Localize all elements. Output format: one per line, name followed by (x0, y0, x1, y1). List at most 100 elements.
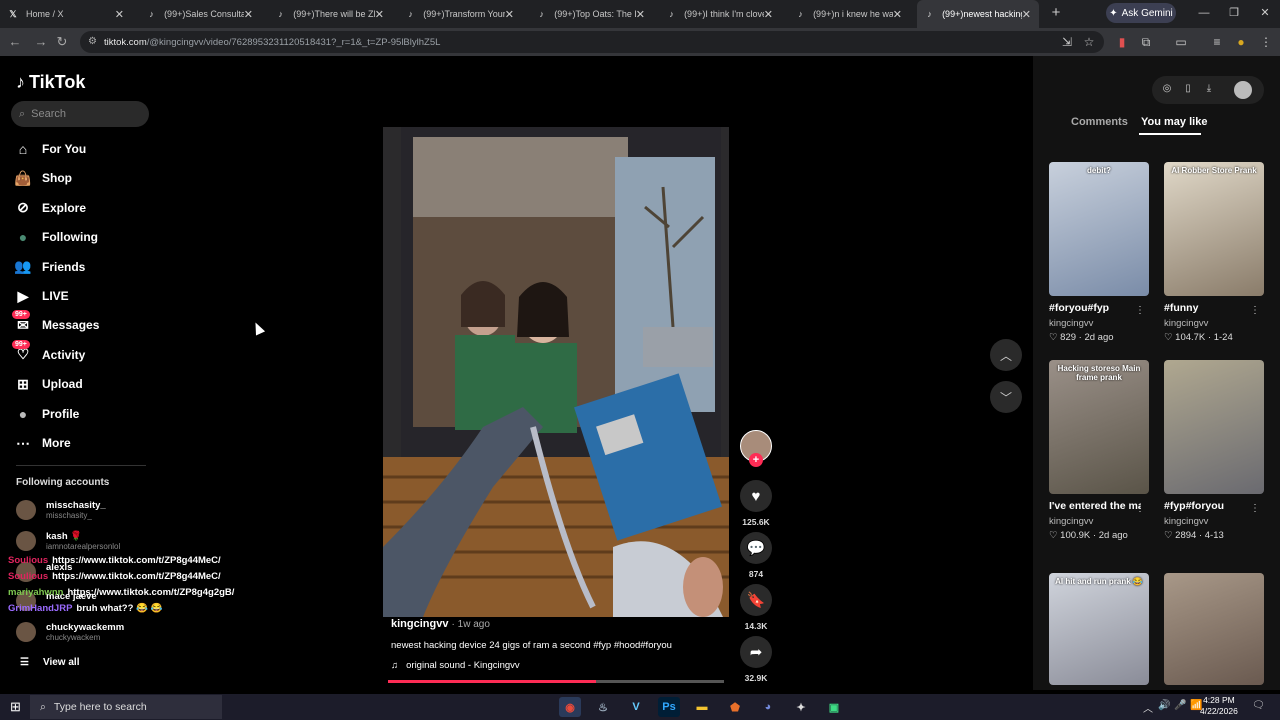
photoshop-app-icon[interactable]: Ps (658, 697, 680, 717)
comment-icon[interactable]: 💬 (740, 532, 772, 564)
browser-tab[interactable]: ♪ (99+)I think I'm clover ✕ (659, 0, 781, 28)
file-explorer-icon[interactable]: ▬ (691, 697, 713, 717)
recommended-video-card[interactable]: Hacking storeso Main frame prank I've ent… (1049, 360, 1149, 541)
vegas-app-icon[interactable]: V (625, 697, 647, 717)
sidebar-item-profile[interactable]: ● Profile (14, 402, 80, 426)
browser-tab[interactable]: ♪ (99+)There will be ZERO✕ (268, 0, 392, 28)
discord-app-icon[interactable]: ◕ (757, 697, 779, 717)
recommended-video-card[interactable]: #fyp#foryou ⋮ kingcingvv ♡ 2894 · 4-13 (1164, 360, 1264, 541)
reload-button[interactable]: ↻ (53, 33, 71, 51)
close-tab-icon[interactable]: ✕ (375, 8, 384, 21)
sidebar-item-messages[interactable]: ✉ 99+ Messages (12, 310, 99, 337)
video-thumbnail[interactable] (1164, 573, 1264, 685)
notification-icon[interactable]: 🗨 (1252, 700, 1265, 711)
share-action[interactable]: ➦ 32.9K (740, 636, 772, 683)
like-action[interactable]: ♥ 125.6K (740, 480, 772, 527)
card-username[interactable]: kingcingvv (1164, 516, 1264, 527)
mic-icon[interactable]: 🎤 (1174, 700, 1186, 711)
sidebar-item-following[interactable]: ● Following (14, 225, 98, 249)
sidebar-item-explore[interactable]: ⊘ Explore (14, 196, 86, 220)
close-tab-icon[interactable]: ✕ (505, 8, 514, 21)
sidebar-item-activity[interactable]: ♡ 99+ Activity (12, 339, 85, 367)
compass-icon[interactable]: ◎ (1160, 82, 1174, 96)
browser-tab[interactable]: ♪ (99+)n i knew he was g✕ (788, 0, 910, 28)
video-sound[interactable]: ♫ original sound - Kingcingvv (391, 660, 520, 671)
install-app-icon[interactable]: ⇲ (1058, 33, 1076, 51)
view-all-button[interactable]: ☰ View all (20, 657, 79, 668)
previous-video-button[interactable]: ︿ (990, 339, 1022, 371)
recommended-video-card[interactable] (1164, 573, 1264, 685)
card-title[interactable]: #funny (1164, 302, 1256, 314)
tab-you-may-like[interactable]: You may like (1141, 116, 1207, 128)
close-tab-icon[interactable]: ✕ (1022, 8, 1031, 21)
card-title[interactable]: #fyp#foryou (1164, 500, 1256, 512)
maximize-button[interactable]: ❐ (1225, 4, 1243, 22)
profile-avatar-icon[interactable]: ● (1232, 33, 1250, 51)
more-options-icon[interactable]: ⋮ (1135, 305, 1145, 316)
video-thumbnail[interactable]: AI Robber Store Prank (1164, 162, 1264, 296)
sidebar-item-friends[interactable]: 👥 Friends (14, 255, 85, 279)
download-icon[interactable]: ⤓ (1202, 82, 1216, 96)
save-action[interactable]: 🔖 14.3K (740, 584, 772, 631)
app-icon-shield[interactable]: ⬟ (724, 697, 746, 717)
recommended-video-card[interactable]: debit? #foryou#fyp ⋮ kingcingvv ♡ 829 · 2d a… (1049, 162, 1149, 343)
browser-tab[interactable]: 𝕏 Home / X ✕ (0, 0, 132, 28)
sidebar-item-for-you[interactable]: ⌂ For You (14, 137, 86, 161)
app-icon-green[interactable]: ▣ (823, 697, 845, 717)
more-options-icon[interactable]: ⋮ (1250, 305, 1260, 316)
media-icon[interactable]: ▭ (1172, 33, 1190, 51)
follow-plus-button[interactable]: + (749, 453, 763, 467)
video-thumbnail[interactable]: AI hit and run prank 😂 (1049, 573, 1149, 685)
card-username[interactable]: kingcingvv (1049, 516, 1149, 527)
device-icon[interactable]: ▯ (1181, 82, 1195, 96)
tiktok-logo[interactable]: ♪ TikTok (16, 72, 85, 93)
close-window-button[interactable]: ✕ (1256, 4, 1274, 22)
author-name[interactable]: kingcingvv (391, 618, 448, 630)
video-player[interactable] (383, 127, 729, 617)
next-video-button[interactable]: ﹀ (990, 381, 1022, 413)
url-field[interactable]: ⚙ tiktok.com/@kingcingvv/video/762895323… (80, 31, 1104, 53)
heart-icon[interactable]: ♥ (740, 480, 772, 512)
close-tab-icon[interactable]: ✕ (636, 8, 645, 21)
new-tab-button[interactable]: + (1047, 4, 1065, 22)
taskbar-search-input[interactable]: ⌕ Type here to search (30, 695, 222, 719)
video-author[interactable]: kingcingvv · 1w ago (391, 618, 490, 630)
extension-icon[interactable]: ▮ (1113, 33, 1131, 51)
card-title[interactable]: I've entered the mainframe#fory... (1049, 500, 1141, 512)
browser-menu-icon[interactable]: ⋮ (1257, 33, 1275, 51)
video-progress-bar[interactable] (388, 680, 724, 683)
card-username[interactable]: kingcingvv (1164, 318, 1264, 329)
windows-start-icon[interactable]: ⊞ (10, 699, 21, 715)
back-button[interactable]: ← (6, 33, 24, 51)
close-tab-icon[interactable]: ✕ (764, 8, 773, 21)
sidebar-item-shop[interactable]: 👜 Shop (14, 166, 72, 190)
close-tab-icon[interactable]: ✕ (244, 8, 253, 21)
close-tab-icon[interactable]: ✕ (115, 8, 124, 21)
browser-tab[interactable]: ♪ (99+)newest hacking ✕ (917, 0, 1039, 28)
bookmark-star-icon[interactable]: ☆ (1080, 33, 1098, 51)
steam-app-icon[interactable]: ♨ (592, 697, 614, 717)
more-options-icon[interactable]: ⋮ (1135, 503, 1145, 514)
share-icon[interactable]: ➦ (740, 636, 772, 668)
recommended-video-card[interactable]: AI hit and run prank 😂 (1049, 573, 1149, 685)
browser-tab[interactable]: ♪ (99+)Top Oats: The Lig✕ (529, 0, 653, 28)
search-input[interactable]: ⌕ Search (11, 101, 149, 127)
extensions-puzzle-icon[interactable]: ⧉ (1137, 33, 1155, 51)
forward-button[interactable]: → (32, 33, 50, 51)
video-thumbnail[interactable]: Hacking storeso Main frame prank (1049, 360, 1149, 494)
bookmark-icon[interactable]: 🔖 (740, 584, 772, 616)
video-thumbnail[interactable] (1164, 360, 1264, 494)
taskbar-clock[interactable]: 4:28 PM 4/22/2026 (1200, 695, 1238, 717)
app-icon-dark[interactable]: ✦ (790, 697, 812, 717)
browser-tab[interactable]: ♪ (99+)Transform Your M✕ (398, 0, 522, 28)
downloads-icon[interactable]: ≡ (1208, 33, 1226, 51)
site-info-icon[interactable]: ⚙ (88, 36, 97, 47)
video-thumbnail[interactable]: debit? (1049, 162, 1149, 296)
more-options-icon[interactable]: ⋮ (1250, 503, 1260, 514)
user-avatar[interactable] (1234, 81, 1252, 99)
close-tab-icon[interactable]: ✕ (893, 8, 902, 21)
card-title[interactable]: #foryou#fyp (1049, 302, 1141, 314)
ask-gemini-button[interactable]: ✦ Ask Gemini (1106, 3, 1176, 23)
minimize-button[interactable]: — (1195, 4, 1213, 22)
sidebar-item-upload[interactable]: ⊞ Upload (14, 372, 83, 396)
